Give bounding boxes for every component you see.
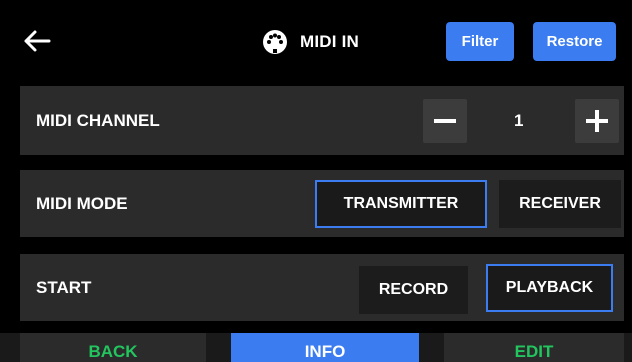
channel-value: 1 — [514, 110, 524, 130]
channel-increment-button[interactable] — [575, 99, 619, 143]
midi-din-icon — [263, 30, 287, 54]
tab-edit[interactable]: EDIT — [444, 333, 624, 362]
filter-button[interactable]: Filter — [446, 22, 514, 61]
start-label: START — [36, 277, 92, 297]
midi-mode-row: MIDI MODE TRANSMITTER RECEIVER — [20, 170, 624, 237]
minus-icon — [434, 119, 456, 123]
record-option[interactable]: RECORD — [359, 266, 468, 314]
page-title-group: MIDI IN — [262, 28, 359, 56]
playback-option[interactable]: PLAYBACK — [486, 264, 613, 312]
midi-channel-label: MIDI CHANNEL — [36, 110, 160, 130]
tab-info[interactable]: INFO — [231, 333, 419, 362]
restore-button[interactable]: Restore — [533, 22, 616, 61]
arrow-left-icon[interactable] — [22, 26, 52, 56]
channel-decrement-button[interactable] — [423, 99, 467, 143]
receiver-option[interactable]: RECEIVER — [499, 180, 621, 228]
tab-back[interactable]: BACK — [20, 333, 206, 362]
plus-icon — [586, 110, 608, 132]
start-row: START RECORD PLAYBACK — [20, 254, 624, 321]
header-bar: MIDI IN Filter Restore — [0, 0, 632, 84]
midi-mode-label: MIDI MODE — [36, 193, 128, 213]
midi-channel-row: MIDI CHANNEL 1 — [20, 86, 624, 155]
page-title: MIDI IN — [300, 32, 360, 51]
transmitter-option[interactable]: TRANSMITTER — [315, 180, 487, 228]
bottom-tab-bar: BACK INFO EDIT — [0, 333, 632, 362]
